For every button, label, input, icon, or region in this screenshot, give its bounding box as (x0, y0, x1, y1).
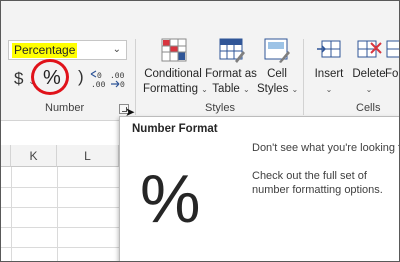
decrease-decimal-button[interactable]: .00 0 (109, 69, 127, 90)
gridline (1, 187, 119, 188)
percent-icon: % (140, 161, 201, 237)
column-header-l[interactable]: L (57, 145, 119, 167)
conditional-formatting-label-2: Formatting (143, 83, 198, 95)
group-divider (303, 39, 304, 115)
number-format-dropdown[interactable]: Percentage ⌄ (8, 40, 127, 60)
format-label: Fo (385, 68, 399, 80)
gridline (1, 247, 119, 248)
conditional-formatting-button[interactable]: Conditional Formatting ⌄ (143, 37, 208, 101)
svg-text:0: 0 (120, 81, 125, 89)
number-format-value: Percentage (12, 43, 78, 58)
percent-icon: % (43, 67, 61, 89)
comma-style-button[interactable]: ) (78, 67, 84, 87)
gridline (1, 207, 119, 208)
cells-group-label: Cells (356, 102, 381, 114)
tooltip-description: Check out the full set of number formatt… (252, 170, 383, 196)
number-format-tooltip: Number Format % Don't see what you're lo… (119, 116, 399, 261)
decrease-decimal-icon: .00 0 (110, 72, 125, 90)
tooltip-title: Number Format (132, 123, 218, 135)
chevron-down-icon: ⌄ (365, 85, 373, 94)
gridline (1, 227, 119, 228)
styles-group-label: Styles (205, 102, 235, 114)
format-as-table-icon (219, 38, 245, 63)
ribbon: Percentage ⌄ $ ⌄ % ) 0 .00 .00 0 Number … (1, 1, 399, 121)
column-header-k[interactable]: K (11, 145, 57, 167)
column-header[interactable] (1, 145, 11, 167)
number-group-label: Number (45, 102, 85, 114)
insert-label: Insert (314, 68, 344, 80)
format-cells-icon (386, 40, 399, 58)
cell-styles-icon (264, 38, 290, 63)
tooltip-question: Don't see what you're looking for? (252, 142, 399, 154)
format-as-table-label-2: Table (212, 83, 240, 95)
percent-style-button[interactable]: % (43, 67, 61, 90)
group-divider (135, 39, 136, 115)
svg-text:.00: .00 (110, 72, 125, 81)
svg-text:.00: .00 (91, 81, 106, 89)
excel-window: Percentage ⌄ $ ⌄ % ) 0 .00 .00 0 Number … (0, 0, 400, 262)
dollar-icon: $ (14, 69, 24, 88)
delete-label: Delete (352, 68, 386, 80)
chevron-down-icon[interactable]: ⌄ (113, 44, 121, 55)
cell-styles-label-1: Cell (267, 68, 287, 80)
chevron-down-icon: ⌄ (325, 85, 333, 94)
chevron-down-icon: ⌄ (243, 85, 250, 94)
increase-decimal-button[interactable]: 0 .00 (89, 69, 109, 90)
format-cells-button[interactable]: Fo (385, 37, 399, 101)
insert-cells-icon (317, 40, 341, 58)
format-as-table-button[interactable]: Format as Table ⌄ (205, 37, 257, 101)
chevron-down-icon: ⌄ (291, 85, 299, 94)
insert-cells-button[interactable]: Insert ⌄ (309, 37, 349, 101)
comma-icon: ) (78, 67, 84, 86)
cell-styles-label-2: Styles (257, 83, 289, 95)
increase-decimal-icon: 0 .00 (90, 70, 106, 90)
cell-styles-button[interactable]: Cell Styles ⌄ (257, 37, 299, 101)
conditional-formatting-label-1: Conditional (144, 68, 202, 80)
svg-text:0: 0 (97, 72, 102, 81)
delete-cells-icon (357, 40, 382, 58)
conditional-formatting-icon (161, 38, 187, 62)
format-as-table-label-1: Format as (205, 68, 257, 80)
delete-cells-button[interactable]: Delete ⌄ (349, 37, 389, 101)
